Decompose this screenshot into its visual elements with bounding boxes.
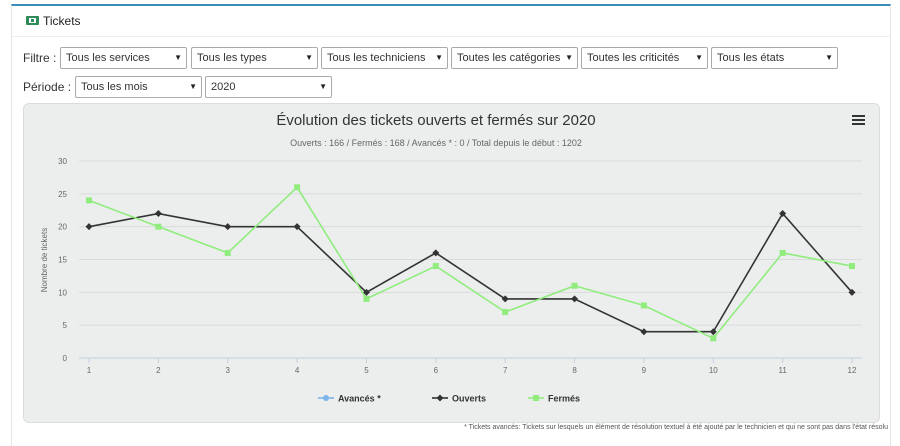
x-tick-label: 1 [87, 366, 92, 375]
etats-select[interactable]: Tous les états ▼ [711, 47, 838, 69]
data-point [224, 249, 231, 256]
chevron-down-icon: ▼ [435, 53, 443, 62]
mois-select[interactable]: Tous les mois ▼ [75, 76, 202, 98]
x-tick-label: 8 [572, 366, 577, 375]
menu-bar [852, 123, 865, 125]
data-point [710, 335, 717, 342]
chart-container: Évolution des tickets ouverts et fermés … [23, 103, 880, 423]
data-point [502, 309, 509, 316]
x-tick-label: 2 [156, 366, 161, 375]
data-point [849, 263, 855, 270]
y-tick-label: 5 [63, 321, 68, 330]
legend-marker [436, 394, 444, 402]
y-tick-label: 30 [58, 157, 67, 166]
x-tick-label: 5 [364, 366, 369, 375]
services-select-value: Tous les services [66, 52, 150, 64]
legend-marker [323, 395, 329, 401]
data-point [154, 210, 162, 218]
annee-select[interactable]: 2020 ▼ [205, 76, 332, 98]
data-point [571, 282, 578, 289]
data-point [85, 223, 93, 231]
ticket-icon [26, 16, 39, 25]
techniciens-select-value: Tous les techniciens [327, 52, 426, 64]
mois-select-value: Tous les mois [81, 81, 148, 93]
techniciens-select[interactable]: Tous les techniciens ▼ [321, 47, 448, 69]
types-select-value: Tous les types [197, 52, 267, 64]
x-tick-label: 6 [434, 366, 439, 375]
chevron-down-icon: ▼ [189, 82, 197, 91]
chart-title: Évolution des tickets ouverts et fermés … [276, 112, 595, 129]
y-tick-label: 25 [58, 190, 67, 199]
services-select[interactable]: Tous les services ▼ [60, 47, 187, 69]
filter-label: Filtre : [23, 51, 57, 65]
chevron-down-icon: ▼ [825, 53, 833, 62]
categories-select-value: Toutes les catégories [457, 52, 561, 64]
x-tick-label: 11 [778, 366, 787, 375]
x-tick-label: 12 [848, 366, 857, 375]
x-tick-label: 7 [503, 366, 508, 375]
etats-select-value: Tous les états [717, 52, 785, 64]
legend-marker [533, 395, 539, 401]
data-point [155, 223, 162, 230]
y-tick-label: 15 [58, 256, 67, 265]
series-line-ouverts [88, 212, 853, 333]
data-point [571, 295, 579, 303]
data-point [363, 295, 370, 302]
menu-bar [852, 115, 865, 117]
annee-select-value: 2020 [211, 81, 236, 93]
data-point [224, 223, 232, 231]
x-tick-label: 9 [642, 366, 647, 375]
types-select[interactable]: Tous les types ▼ [191, 47, 318, 69]
y-tick-label: 0 [63, 354, 68, 363]
data-point [640, 328, 648, 336]
y-axis-label: Nombre de tickets [40, 228, 49, 292]
x-tick-label: 10 [709, 366, 718, 375]
data-point [640, 302, 647, 309]
x-tick-label: 4 [295, 366, 300, 375]
chevron-down-icon: ▼ [695, 53, 703, 62]
legend-item[interactable]: Avancés * [338, 394, 381, 404]
period-label: Période : [23, 80, 72, 94]
legend-item[interactable]: Ouverts [452, 394, 486, 404]
menu-bar [852, 119, 865, 121]
chart-subtitle: Ouverts : 166 / Fermés : 168 / Avancés *… [290, 138, 582, 148]
data-point [86, 197, 92, 204]
criticites-select-value: Toutes les criticités [587, 52, 680, 64]
x-tick-label: 3 [226, 366, 231, 375]
categories-select[interactable]: Toutes les catégories ▼ [451, 47, 578, 69]
y-tick-label: 10 [58, 288, 67, 297]
panel-header: Tickets [12, 6, 890, 37]
y-tick-label: 20 [58, 223, 67, 232]
chevron-down-icon: ▼ [174, 53, 182, 62]
criticites-select[interactable]: Toutes les criticités ▼ [581, 47, 708, 69]
data-point [432, 263, 439, 270]
legend-item[interactable]: Fermés [548, 394, 580, 404]
chevron-down-icon: ▼ [565, 53, 573, 62]
data-point [294, 184, 301, 191]
footnote: * Tickets avancés: Tickets sur lesquels … [464, 424, 888, 431]
line-chart: Évolution des tickets ouverts et fermés … [40, 112, 862, 404]
data-point [779, 249, 786, 256]
chart-menu-button[interactable] [850, 112, 868, 128]
panel-title: Tickets [43, 14, 81, 28]
chevron-down-icon: ▼ [305, 53, 313, 62]
chevron-down-icon: ▼ [319, 82, 327, 91]
series-line-ferms [88, 186, 853, 340]
